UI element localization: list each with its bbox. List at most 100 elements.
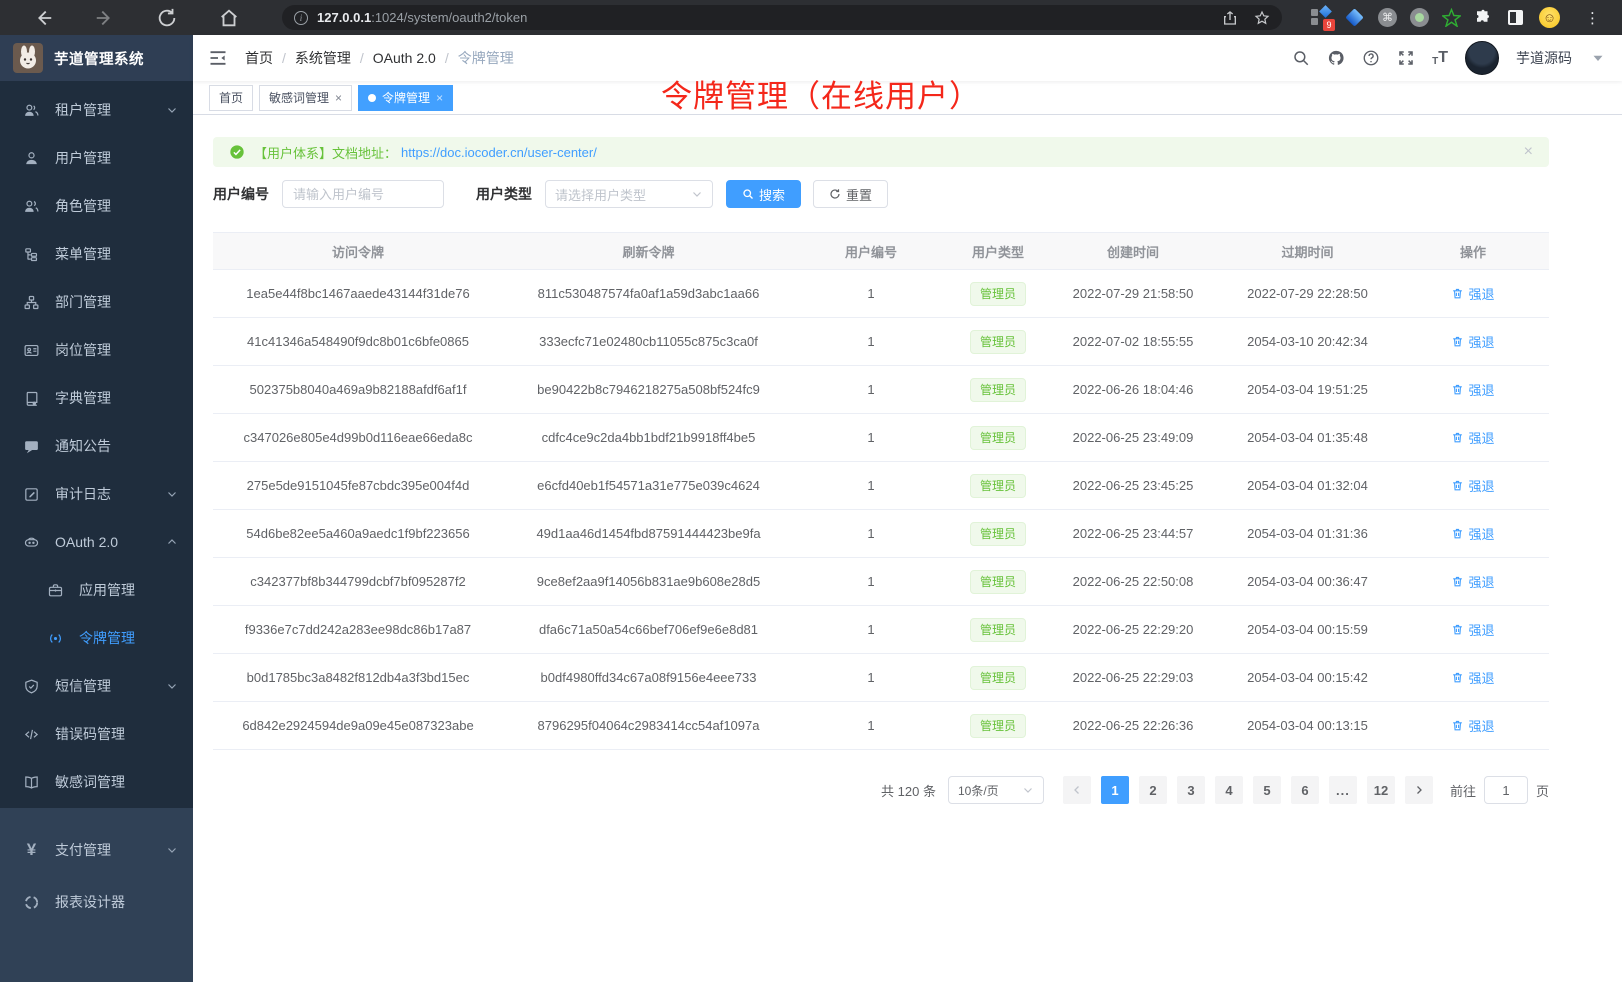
browser-menu-icon[interactable]: ⋮ — [1585, 9, 1600, 27]
tab-close-icon[interactable]: × — [436, 92, 443, 104]
tab-label: 令牌管理 — [382, 89, 430, 106]
expire-time-cell: 2022-07-29 22:28:50 — [1218, 286, 1397, 301]
page-button-5[interactable]: 5 — [1253, 776, 1281, 804]
extension-command-icon[interactable]: ⌘ — [1378, 8, 1397, 27]
share-icon[interactable] — [1222, 10, 1238, 26]
force-logout-button[interactable]: 强退 — [1451, 620, 1494, 639]
breadcrumb-item[interactable]: OAuth 2.0 — [373, 50, 436, 66]
user-type-badge: 管理员 — [970, 714, 1026, 738]
github-icon[interactable] — [1327, 49, 1345, 67]
sidebar-item-report-designer[interactable]: 报表设计器 — [0, 876, 193, 928]
search-button[interactable]: 搜索 — [726, 180, 801, 208]
force-logout-button[interactable]: 强退 — [1451, 572, 1494, 591]
sidebar-item-label: 报表设计器 — [55, 892, 125, 912]
sidebar-item-user[interactable]: 用户管理 — [0, 134, 193, 182]
force-logout-button[interactable]: 强退 — [1451, 428, 1494, 447]
sidebar-item-dept[interactable]: 部门管理 — [0, 278, 193, 326]
breadcrumb-separator: / — [282, 50, 286, 66]
force-logout-button[interactable]: 强退 — [1451, 332, 1494, 351]
tab-敏感词管理[interactable]: 敏感词管理× — [259, 85, 352, 111]
extensions-puzzle-icon[interactable] — [1474, 9, 1492, 27]
sidebar-item-sensitive-words[interactable]: 敏感词管理 — [0, 758, 193, 806]
extension-grid-icon[interactable]: 9 — [1310, 7, 1331, 28]
extension-record-icon[interactable] — [1410, 8, 1429, 27]
goto-page-input[interactable] — [1484, 776, 1528, 804]
sidebar-item-error-code[interactable]: 错误码管理 — [0, 710, 193, 758]
sidebar-item-menu[interactable]: 菜单管理 — [0, 230, 193, 278]
font-size-icon[interactable]: TT — [1432, 49, 1448, 67]
browser-home-icon[interactable] — [218, 7, 240, 29]
site-info-icon[interactable]: i — [294, 11, 308, 25]
page-size-select[interactable]: 10条/页 — [948, 776, 1044, 804]
trash-icon — [1451, 479, 1464, 492]
sidebar-item-dict[interactable]: 字典管理 — [0, 374, 193, 422]
table-row: 54d6be82ee5a460a9aedc1f9bf22365649d1aa46… — [213, 510, 1549, 558]
sidebar-item-oauth2-app[interactable]: 应用管理 — [0, 566, 193, 614]
access-token-cell: c342377bf8b344799dcbf7bf095287f2 — [213, 574, 503, 589]
sidebar-item-sms[interactable]: 短信管理 — [0, 662, 193, 710]
sidebar-item-oauth2-token[interactable]: 令牌管理 — [0, 614, 193, 662]
doc-alert-link[interactable]: https://doc.iocoder.cn/user-center/ — [401, 145, 597, 160]
prev-page-button[interactable] — [1063, 776, 1091, 804]
role-users-icon — [23, 198, 40, 215]
sidebar-item-tenant[interactable]: 租户管理 — [0, 86, 193, 134]
extension-gem-icon[interactable] — [1344, 7, 1365, 28]
user-avatar[interactable] — [1465, 41, 1499, 75]
browser-back-icon[interactable] — [32, 7, 54, 29]
username[interactable]: 芋道源码 — [1516, 48, 1572, 68]
sidebar-item-role[interactable]: 角色管理 — [0, 182, 193, 230]
sidebar-item-notice[interactable]: 通知公告 — [0, 422, 193, 470]
browser-reload-icon[interactable] — [156, 7, 178, 29]
force-logout-label: 强退 — [1468, 668, 1494, 687]
page-button-6[interactable]: 6 — [1291, 776, 1319, 804]
sidebar-item-oauth2[interactable]: OAuth 2.0 — [0, 518, 193, 566]
force-logout-button[interactable]: 强退 — [1451, 476, 1494, 495]
table-row: 41c41346a548490f9dc8b01c6bfe0865333ecfc7… — [213, 318, 1549, 366]
page-button-2[interactable]: 2 — [1139, 776, 1167, 804]
breadcrumb-item[interactable]: 系统管理 — [295, 48, 351, 68]
tab-close-icon[interactable]: × — [335, 92, 342, 104]
user-type-badge: 管理员 — [970, 618, 1026, 642]
sidebar-logo[interactable]: 芋道管理系统 — [0, 35, 193, 81]
page-button-1[interactable]: 1 — [1101, 776, 1129, 804]
created-time-cell: 2022-06-25 22:50:08 — [1048, 574, 1218, 589]
reset-button[interactable]: 重置 — [813, 180, 888, 208]
extension-badge: 9 — [1323, 19, 1335, 31]
next-page-button[interactable] — [1405, 776, 1433, 804]
search-icon[interactable] — [1292, 49, 1310, 67]
page-button-4[interactable]: 4 — [1215, 776, 1243, 804]
page-button-3[interactable]: 3 — [1177, 776, 1205, 804]
page-button-12[interactable]: 12 — [1367, 776, 1395, 804]
help-icon[interactable] — [1362, 49, 1380, 67]
sidebar-item-audit-log[interactable]: 审计日志 — [0, 470, 193, 518]
force-logout-button[interactable]: 强退 — [1451, 524, 1494, 543]
sidebar-item-label: 审计日志 — [55, 484, 111, 504]
force-logout-button[interactable]: 强退 — [1451, 380, 1494, 399]
extension-capture-icon[interactable] — [1505, 7, 1526, 28]
breadcrumb-item[interactable]: 首页 — [245, 48, 273, 68]
more-pages-icon[interactable]: ... — [1329, 776, 1357, 804]
sidebar-item-pay[interactable]: ¥支付管理 — [0, 824, 193, 876]
force-logout-label: 强退 — [1468, 572, 1494, 591]
force-logout-label: 强退 — [1468, 284, 1494, 303]
user-id-input[interactable] — [282, 180, 444, 208]
url-text[interactable]: 127.0.0.1:1024/system/oauth2/token — [317, 10, 527, 25]
force-logout-button[interactable]: 强退 — [1451, 284, 1494, 303]
force-logout-button[interactable]: 强退 — [1451, 716, 1494, 735]
user-type-badge: 管理员 — [970, 666, 1026, 690]
browser-profile-avatar[interactable]: ☺ — [1539, 7, 1560, 28]
alert-close-icon[interactable]: × — [1524, 144, 1533, 160]
user-type-select[interactable]: 请选择用户类型 — [545, 180, 713, 208]
sidebar-item-post[interactable]: 岗位管理 — [0, 326, 193, 374]
address-bar[interactable]: i 127.0.0.1:1024/system/oauth2/token — [282, 5, 1282, 30]
force-logout-button[interactable]: 强退 — [1451, 668, 1494, 687]
chevron-down-icon[interactable] — [1589, 49, 1607, 67]
extension-star-icon[interactable] — [1442, 8, 1461, 27]
tab-令牌管理[interactable]: 令牌管理 × — [358, 85, 453, 111]
tab-首页[interactable]: 首页 — [209, 85, 253, 111]
force-logout-label: 强退 — [1468, 380, 1494, 399]
fullscreen-icon[interactable] — [1397, 49, 1415, 67]
bookmark-star-icon[interactable] — [1254, 10, 1270, 26]
sidebar-toggle-icon[interactable] — [208, 48, 228, 68]
browser-forward-icon[interactable] — [94, 7, 116, 29]
